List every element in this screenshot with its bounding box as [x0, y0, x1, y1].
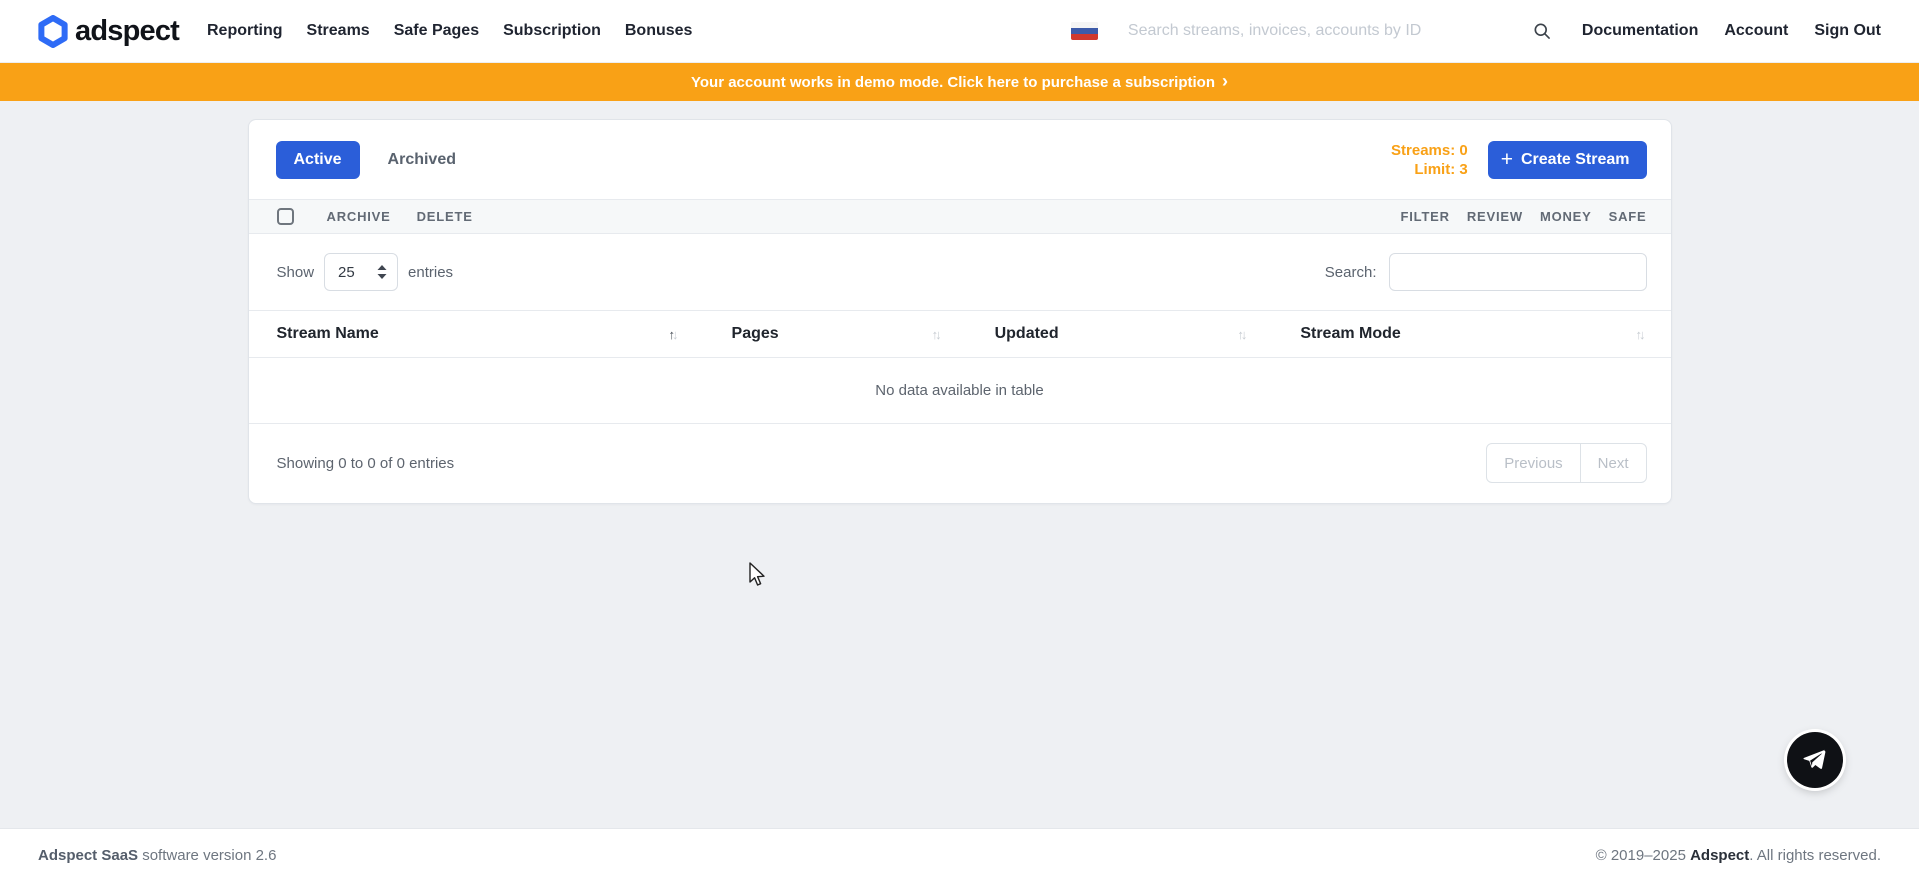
action-archive[interactable]: ARCHIVE: [327, 209, 391, 224]
empty-table-message: No data available in table: [249, 358, 1671, 424]
table-search-label: Search:: [1325, 264, 1377, 281]
streams-table: Stream Name ↑↓ Pages ↑↓ Updated ↑↓: [249, 310, 1671, 424]
nav-item-subscription[interactable]: Subscription: [503, 22, 601, 40]
nav-item-streams[interactable]: Streams: [307, 22, 370, 40]
plus-icon: +: [1501, 149, 1513, 170]
search-icon: [1532, 21, 1552, 41]
sort-icon: ↑↓: [920, 327, 939, 342]
link-account[interactable]: Account: [1724, 22, 1788, 40]
russian-flag-icon[interactable]: [1071, 22, 1098, 40]
link-sign-out[interactable]: Sign Out: [1814, 22, 1881, 40]
sort-icon: ↑↓: [1624, 327, 1643, 342]
action-safe[interactable]: SAFE: [1609, 209, 1647, 224]
action-money[interactable]: MONEY: [1540, 209, 1592, 224]
nav-item-bonuses[interactable]: Bonuses: [625, 22, 693, 40]
action-filter[interactable]: FILTER: [1401, 209, 1450, 224]
entries-label: entries: [408, 264, 453, 281]
footer-brand-right: Adspect: [1690, 847, 1749, 864]
header-links: Documentation Account Sign Out: [1582, 22, 1881, 40]
footer-version: Adspect SaaS software version 2.6: [38, 847, 276, 864]
previous-page-button[interactable]: Previous: [1486, 443, 1580, 483]
entries-info: Showing 0 to 0 of 0 entries: [277, 455, 455, 472]
top-navbar: adspect Reporting Streams Safe Pages Sub…: [0, 0, 1919, 63]
telegram-fab[interactable]: [1787, 732, 1843, 788]
adspect-logo-icon: [38, 15, 68, 48]
streams-card: Active Archived Streams: 0 Limit: 3 + Cr…: [248, 119, 1672, 504]
page-length-select[interactable]: 25: [324, 253, 398, 291]
table-search: Search:: [1325, 253, 1647, 291]
streams-limit: Limit: 3: [1391, 160, 1468, 179]
table-controls: Show 25 entries Search:: [249, 234, 1671, 310]
page-length-value: 25: [338, 264, 355, 281]
sort-icon: ↑↓: [1225, 327, 1244, 342]
create-stream-button[interactable]: + Create Stream: [1488, 141, 1647, 179]
next-page-button[interactable]: Next: [1580, 443, 1647, 483]
main-nav: Reporting Streams Safe Pages Subscriptio…: [207, 22, 692, 40]
column-stream-name[interactable]: Stream Name ↑↓: [249, 311, 704, 358]
streams-count: Streams: 0: [1391, 141, 1468, 160]
bulk-actions-right: FILTER REVIEW MONEY SAFE: [1401, 209, 1647, 224]
table-header-row: Stream Name ↑↓ Pages ↑↓ Updated ↑↓: [249, 311, 1671, 358]
chevron-right-icon: ›: [1222, 72, 1228, 90]
card-footer: Showing 0 to 0 of 0 entries Previous Nex…: [249, 424, 1671, 503]
select-caret-icon: [377, 265, 387, 279]
pagination: Previous Next: [1486, 443, 1646, 483]
nav-item-reporting[interactable]: Reporting: [207, 22, 283, 40]
page-footer: Adspect SaaS software version 2.6 © 2019…: [0, 828, 1919, 871]
table-search-input[interactable]: [1389, 253, 1647, 291]
column-updated[interactable]: Updated ↑↓: [967, 311, 1273, 358]
telegram-icon: [1801, 746, 1829, 774]
column-stream-mode[interactable]: Stream Mode ↑↓: [1272, 311, 1670, 358]
tab-archived[interactable]: Archived: [374, 141, 470, 179]
link-documentation[interactable]: Documentation: [1582, 22, 1698, 40]
show-label: Show: [277, 264, 315, 281]
page-body: Active Archived Streams: 0 Limit: 3 + Cr…: [0, 119, 1919, 828]
select-all-checkbox[interactable]: [277, 208, 294, 225]
stream-quota: Streams: 0 Limit: 3: [1391, 141, 1468, 179]
footer-copyright: © 2019–2025 Adspect. All rights reserved…: [1596, 847, 1881, 864]
tab-active[interactable]: Active: [276, 141, 360, 179]
adspect-logo-text: adspect: [75, 15, 179, 48]
footer-brand-left: Adspect SaaS: [38, 847, 138, 864]
bulk-actions-toolbar: ARCHIVE DELETE FILTER REVIEW MONEY SAFE: [249, 199, 1671, 234]
create-stream-label: Create Stream: [1521, 151, 1630, 169]
adspect-logo[interactable]: adspect: [38, 15, 179, 48]
sort-icon: ↑↓: [657, 327, 676, 342]
empty-row: No data available in table: [249, 358, 1671, 424]
global-search-input[interactable]: [1128, 22, 1528, 40]
demo-banner-text: Your account works in demo mode. Click h…: [691, 74, 1215, 91]
action-review[interactable]: REVIEW: [1467, 209, 1523, 224]
search-button[interactable]: [1528, 17, 1556, 45]
nav-item-safe-pages[interactable]: Safe Pages: [394, 22, 479, 40]
card-header: Active Archived Streams: 0 Limit: 3 + Cr…: [249, 120, 1671, 199]
bulk-actions-left: ARCHIVE DELETE: [327, 209, 473, 224]
demo-mode-banner[interactable]: Your account works in demo mode. Click h…: [0, 63, 1919, 101]
action-delete[interactable]: DELETE: [417, 209, 473, 224]
column-pages[interactable]: Pages ↑↓: [704, 311, 967, 358]
